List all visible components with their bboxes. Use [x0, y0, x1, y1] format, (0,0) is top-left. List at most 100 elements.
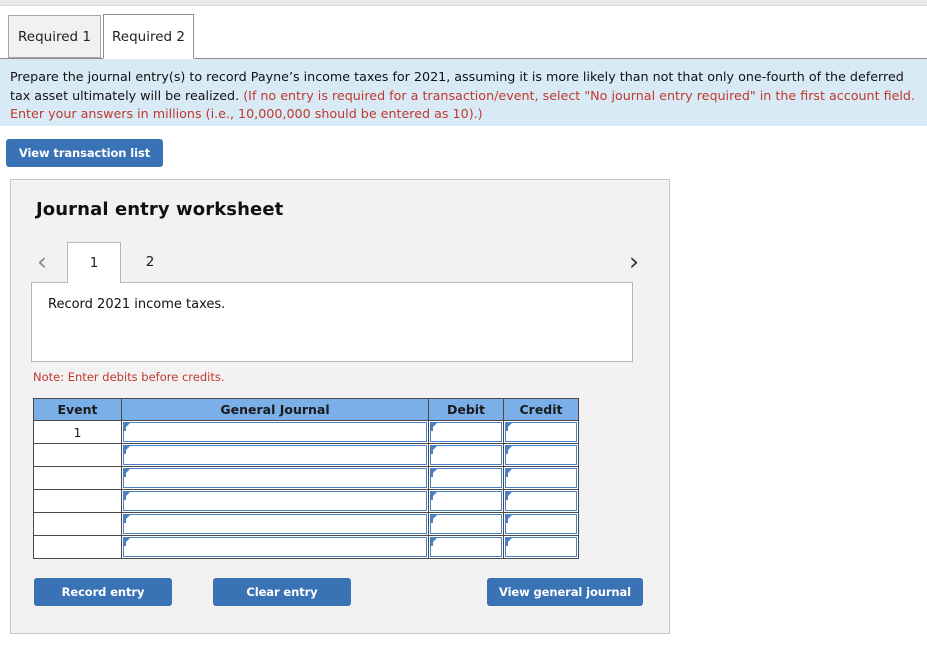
journal-cell[interactable] — [122, 444, 429, 467]
header-general-journal: General Journal — [122, 399, 429, 421]
credit-cell[interactable] — [504, 444, 579, 467]
debit-cell[interactable] — [429, 536, 504, 559]
debit-input[interactable] — [439, 516, 499, 532]
credit-input[interactable] — [514, 447, 574, 463]
dropdown-caret-stem-icon — [431, 515, 433, 523]
table-row — [34, 536, 579, 559]
credit-input[interactable] — [514, 516, 574, 532]
dropdown-caret-stem-icon — [506, 446, 508, 454]
journal-input[interactable] — [132, 516, 424, 532]
credit-cell[interactable] — [504, 467, 579, 490]
credit-input-wrap[interactable] — [505, 468, 577, 488]
view-general-journal-button[interactable]: View general journal — [487, 578, 643, 606]
pager-page-1-label: 1 — [90, 255, 99, 271]
journal-entry-table: Event General Journal Debit Credit 1 — [33, 398, 579, 559]
debit-cell[interactable] — [429, 421, 504, 444]
pager-next-icon[interactable]: › — [629, 248, 639, 276]
journal-input[interactable] — [132, 539, 424, 555]
worksheet-pager: ‹ 1 2 › — [31, 242, 653, 282]
credit-input-wrap[interactable] — [505, 491, 577, 511]
credit-input[interactable] — [514, 424, 574, 440]
credit-input-wrap[interactable] — [505, 514, 577, 534]
debit-input[interactable] — [439, 493, 499, 509]
debit-cell[interactable] — [429, 444, 504, 467]
dropdown-caret-stem-icon — [431, 469, 433, 477]
required-tab-bar: Required 1 Required 2 — [0, 7, 927, 58]
debit-input[interactable] — [439, 470, 499, 486]
dropdown-caret-stem-icon — [124, 446, 126, 454]
dropdown-caret-stem-icon — [506, 515, 508, 523]
journal-input[interactable] — [132, 447, 424, 463]
clear-entry-button[interactable]: Clear entry — [213, 578, 351, 606]
journal-input-wrap[interactable] — [123, 445, 427, 465]
credit-cell[interactable] — [504, 536, 579, 559]
credit-cell[interactable] — [504, 490, 579, 513]
instructions-panel: Prepare the journal entry(s) to record P… — [0, 58, 927, 126]
debit-input-wrap[interactable] — [430, 422, 502, 442]
table-row — [34, 467, 579, 490]
event-cell — [34, 444, 122, 467]
journal-table-body: 1 — [34, 421, 579, 559]
journal-input[interactable] — [132, 470, 424, 486]
credit-input-wrap[interactable] — [505, 445, 577, 465]
table-row — [34, 513, 579, 536]
tab-required-1-label: Required 1 — [18, 29, 91, 45]
record-entry-button[interactable]: Record entry — [34, 578, 172, 606]
dropdown-caret-stem-icon — [506, 469, 508, 477]
credit-input[interactable] — [514, 539, 574, 555]
pager-page-2[interactable]: 2 — [123, 242, 177, 282]
journal-cell[interactable] — [122, 490, 429, 513]
journal-input-wrap[interactable] — [123, 537, 427, 557]
dropdown-caret-stem-icon — [431, 492, 433, 500]
top-gray-strip — [0, 0, 927, 6]
dropdown-caret-stem-icon — [506, 492, 508, 500]
debit-input[interactable] — [439, 539, 499, 555]
dropdown-caret-stem-icon — [124, 515, 126, 523]
table-header-row: Event General Journal Debit Credit — [34, 399, 579, 421]
tab-required-2[interactable]: Required 2 — [103, 14, 194, 59]
credit-cell[interactable] — [504, 421, 579, 444]
entry-description-box: Record 2021 income taxes. — [31, 282, 633, 362]
debit-cell[interactable] — [429, 513, 504, 536]
credit-input[interactable] — [514, 470, 574, 486]
pager-page-2-label: 2 — [146, 254, 155, 270]
journal-input[interactable] — [132, 493, 424, 509]
journal-cell[interactable] — [122, 421, 429, 444]
debit-input-wrap[interactable] — [430, 537, 502, 557]
debit-cell[interactable] — [429, 490, 504, 513]
journal-input-wrap[interactable] — [123, 514, 427, 534]
dropdown-caret-stem-icon — [431, 446, 433, 454]
journal-entry-worksheet-panel: Journal entry worksheet ‹ 1 2 › Record 2… — [10, 179, 670, 634]
view-transaction-list-button[interactable]: View transaction list — [6, 139, 163, 167]
journal-cell[interactable] — [122, 467, 429, 490]
debit-input-wrap[interactable] — [430, 491, 502, 511]
debit-cell[interactable] — [429, 467, 504, 490]
pager-prev-icon[interactable]: ‹ — [37, 248, 47, 276]
pager-page-1[interactable]: 1 — [67, 242, 121, 283]
debit-input-wrap[interactable] — [430, 468, 502, 488]
credit-input[interactable] — [514, 493, 574, 509]
table-row: 1 — [34, 421, 579, 444]
table-row — [34, 490, 579, 513]
journal-input-wrap[interactable] — [123, 468, 427, 488]
event-cell — [34, 467, 122, 490]
journal-cell[interactable] — [122, 536, 429, 559]
dropdown-caret-stem-icon — [124, 423, 126, 431]
tab-required-1[interactable]: Required 1 — [8, 15, 101, 58]
credit-input-wrap[interactable] — [505, 422, 577, 442]
debit-input[interactable] — [439, 424, 499, 440]
dropdown-caret-stem-icon — [431, 538, 433, 546]
dropdown-caret-stem-icon — [124, 492, 126, 500]
journal-input-wrap[interactable] — [123, 491, 427, 511]
credit-cell[interactable] — [504, 513, 579, 536]
debit-input[interactable] — [439, 447, 499, 463]
header-credit: Credit — [504, 399, 579, 421]
journal-input[interactable] — [132, 424, 424, 440]
journal-cell[interactable] — [122, 513, 429, 536]
event-cell — [34, 513, 122, 536]
debit-input-wrap[interactable] — [430, 514, 502, 534]
journal-input-wrap[interactable] — [123, 422, 427, 442]
credit-input-wrap[interactable] — [505, 537, 577, 557]
debit-input-wrap[interactable] — [430, 445, 502, 465]
debits-before-credits-note: Note: Enter debits before credits. — [33, 370, 225, 384]
